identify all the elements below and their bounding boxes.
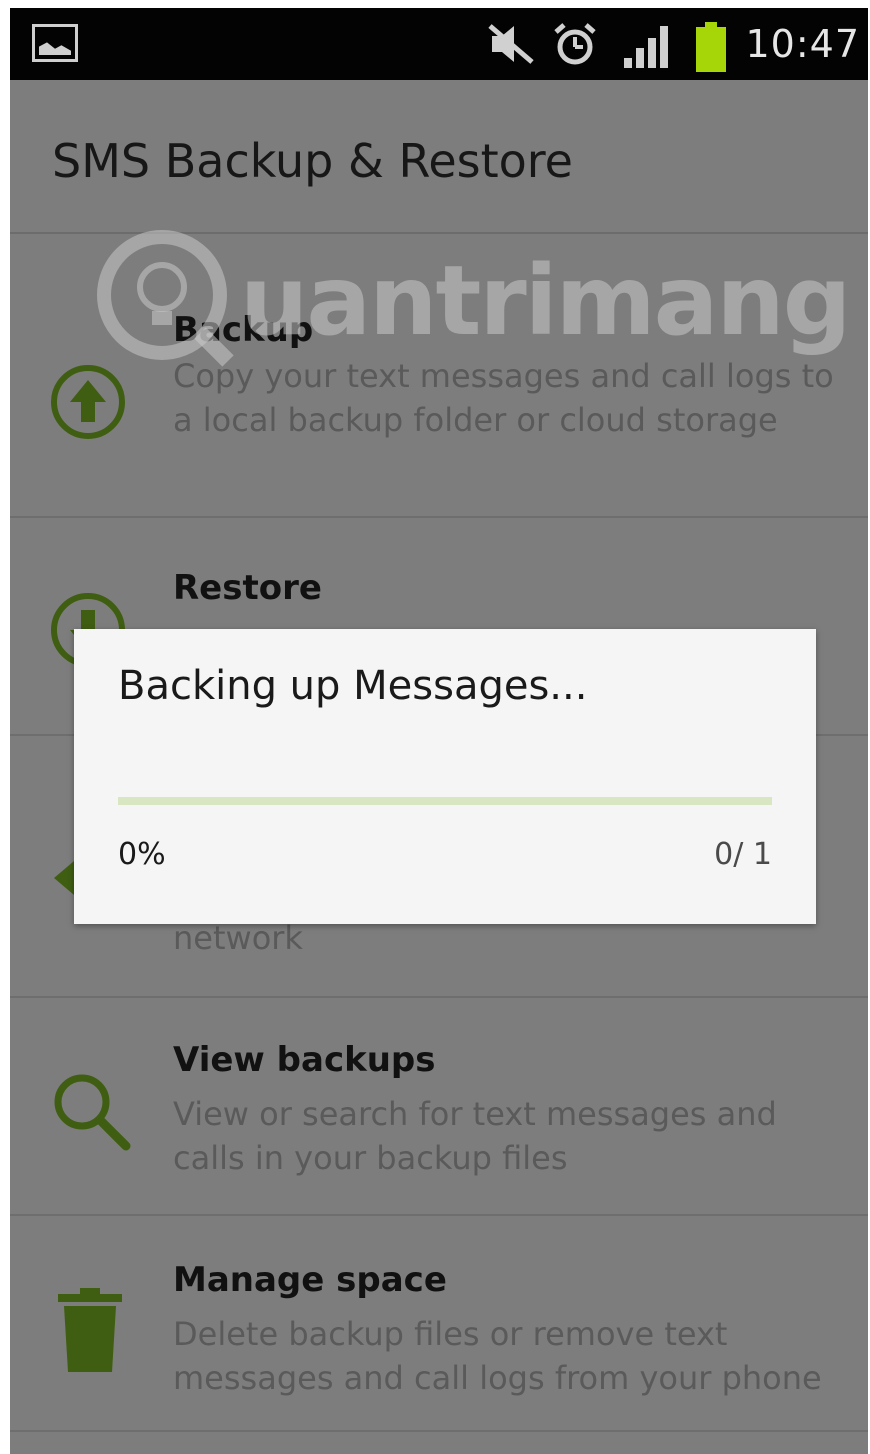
menu-item-title: Backup — [173, 310, 314, 350]
signal-icon — [624, 26, 668, 68]
upload-icon — [51, 365, 125, 439]
menu-item-backup[interactable]: Backup Copy your text messages and call … — [10, 234, 868, 518]
trash-icon — [58, 1288, 122, 1372]
battery-icon — [696, 22, 726, 72]
gallery-icon — [32, 24, 78, 62]
app-title: SMS Backup & Restore — [52, 134, 573, 188]
status-bar: 10:47 — [10, 8, 868, 80]
progress-count: 0/ 1 — [714, 837, 772, 872]
menu-item-manage-space[interactable]: Manage space Delete backup files or remo… — [10, 1216, 868, 1432]
menu-item-title: Restore — [173, 568, 322, 608]
menu-item-description: Copy your text messages and call logs to… — [173, 357, 834, 439]
menu-item-description: Delete backup files or remove text messa… — [173, 1315, 822, 1397]
progress-dialog: Backing up Messages... 0% 0/ 1 — [74, 629, 816, 924]
muted-icon — [488, 24, 534, 64]
alarm-icon — [554, 23, 596, 65]
menu-item-description: View or search for text messages and cal… — [173, 1095, 777, 1177]
phone-screen: 10:47 SMS Backup & Restore Backup Copy y… — [10, 8, 868, 1454]
app-header: SMS Backup & Restore — [10, 80, 868, 234]
menu-item-title: View backups — [173, 1040, 436, 1080]
clock: 10:47 — [745, 22, 860, 66]
search-icon — [54, 1074, 131, 1151]
progress-percent: 0% — [118, 837, 166, 872]
menu-item-title: Manage space — [173, 1260, 447, 1300]
progress-bar — [118, 797, 772, 805]
dialog-title: Backing up Messages... — [118, 663, 588, 709]
menu-item-view-backups[interactable]: View backups View or search for text mes… — [10, 998, 868, 1216]
